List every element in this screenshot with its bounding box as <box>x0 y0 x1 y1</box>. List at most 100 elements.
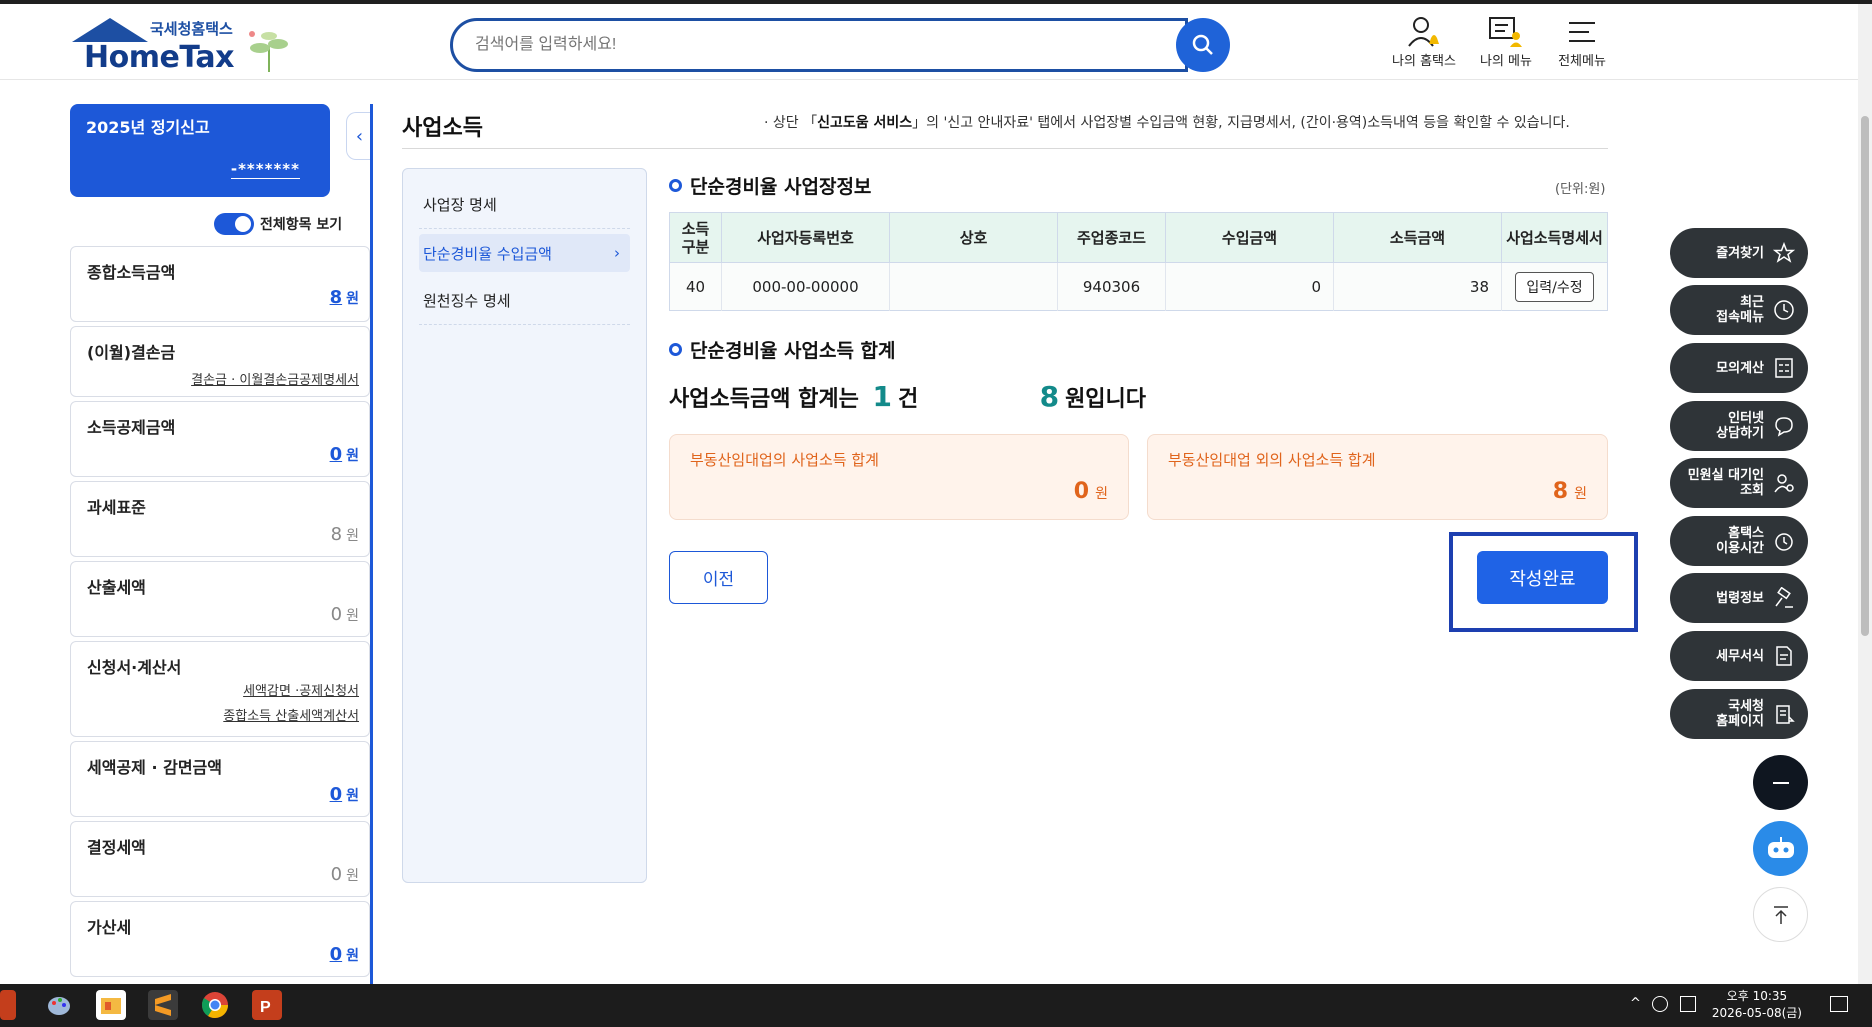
search-button[interactable] <box>1176 18 1230 72</box>
non-rental-income-value: 8원 <box>1552 479 1587 504</box>
total-count: 1 <box>872 380 892 413</box>
collapse-float-menu-button[interactable] <box>1753 755 1808 810</box>
chrome-icon[interactable] <box>200 990 230 1020</box>
submenu-item-workplace[interactable]: 사업장 명세 <box>419 181 630 229</box>
taskbar-clock[interactable]: 오후 10:35 2026-05-08(금) <box>1712 988 1802 1022</box>
guide-notice: · 상단 「신고도움 서비스」의 '신고 안내자료' 탭에서 사업장별 수입금액… <box>764 115 1570 131</box>
summary-item-tax-credit[interactable]: 세액공제 · 감면금액 0원 <box>70 741 370 817</box>
arrow-up-icon <box>1773 905 1788 924</box>
page-scrollbar[interactable] <box>1858 4 1872 984</box>
reduction-application-link[interactable]: 세액감면 ·공제신청서 <box>243 680 359 699</box>
submenu-item-simple-expense[interactable]: 단순경비율 수입금액 › <box>419 234 630 272</box>
sublime-text-icon[interactable] <box>148 990 178 1020</box>
table-row: 40 000-00-00000 940306 0 38 입력/수정 <box>669 262 1608 311</box>
tax-calculation-link[interactable]: 종합소득 산출세액계산서 <box>223 705 359 724</box>
summary-value[interactable]: 8원 <box>330 287 359 308</box>
user-bell-icon <box>1408 17 1439 47</box>
summary-item-tax-base: 과세표준 8원 <box>70 481 370 557</box>
title-divider <box>402 148 1608 149</box>
summary-item-calculated-tax: 산출세액 0원 <box>70 561 370 637</box>
hometax-logo[interactable]: 국세청홈택스 HomeTax <box>70 16 300 76</box>
scroll-top-button[interactable] <box>1753 887 1808 942</box>
scrollbar-thumb[interactable] <box>1861 116 1869 636</box>
edit-statement-button[interactable]: 입력/수정 <box>1515 271 1594 302</box>
hamburger-icon <box>1569 22 1595 42</box>
chat-icon <box>1772 414 1796 438</box>
previous-button[interactable]: 이전 <box>669 551 768 604</box>
page-title: 사업소득 <box>402 116 483 141</box>
panel-collapse-button[interactable]: ‹ <box>346 112 372 160</box>
tray-chevron-icon[interactable]: ^ <box>1630 996 1641 1011</box>
total-amount: 8 <box>1039 380 1060 413</box>
waiting-lookup-button[interactable]: 민원실 대기인 조회 <box>1670 458 1808 508</box>
non-rental-income-total-box: 부동산임대업 외의 사업소득 합계 8원 <box>1147 434 1608 520</box>
summary-item-deduction[interactable]: 소득공제금액 0원 <box>70 401 370 477</box>
chevron-right-icon: › <box>614 244 620 262</box>
my-menu-icon <box>1489 17 1522 47</box>
logo-plant-icon <box>249 31 288 72</box>
summary-label: 산출세액 <box>87 578 146 597</box>
summary-label: 과세표준 <box>87 498 146 517</box>
cell-income: 38 <box>1333 262 1502 311</box>
summary-label: 신청서·계산서 <box>87 658 182 677</box>
summary-item-loss: (이월)결손금 결손금 · 이월결손금공제명세서 <box>70 326 370 397</box>
summary-item-forms: 신청서·계산서 세액감면 ·공제신청서 종합소득 산출세액계산서 <box>70 641 370 737</box>
paint-icon[interactable] <box>44 990 74 1020</box>
complete-button[interactable]: 작성완료 <box>1477 551 1608 604</box>
mock-calculation-button[interactable]: 모의계산 <box>1670 343 1808 393</box>
powerpoint-icon[interactable]: P <box>252 990 282 1020</box>
summary-value: 0원 <box>330 604 359 625</box>
favorites-button[interactable]: 즐겨찾기 <box>1670 228 1808 278</box>
notification-icon[interactable] <box>1830 996 1848 1012</box>
summary-label: 세액공제 · 감면금액 <box>87 758 222 777</box>
chevron-left-icon: ‹ <box>355 125 364 147</box>
show-all-toggle-row: 전체항목 보기 <box>214 212 342 236</box>
chatbot-button[interactable] <box>1753 821 1808 876</box>
my-hometax-button[interactable]: 나의 홈택스 <box>1386 14 1462 76</box>
search-icon <box>1192 34 1213 55</box>
summary-label: 소득공제금액 <box>87 418 176 437</box>
clock-date: 2026-05-08(금) <box>1711 1006 1802 1020</box>
summary-label: 가산세 <box>87 918 132 937</box>
submenu-item-withholding[interactable]: 원천징수 명세 <box>419 277 630 325</box>
summary-label: (이월)결손금 <box>87 343 176 362</box>
nts-homepage-button[interactable]: 국세청 홈페이지 <box>1670 689 1808 739</box>
law-info-button[interactable]: 법령정보 <box>1670 573 1808 623</box>
panel-divider <box>370 104 373 984</box>
summary-label: 결정세액 <box>87 838 146 857</box>
minus-icon <box>1772 781 1789 784</box>
loss-statement-link[interactable]: 결손금 · 이월결손금공제명세서 <box>191 369 359 388</box>
section-title-business-info: 단순경비율 사업장정보 <box>669 172 871 199</box>
summary-item-penalty[interactable]: 가산세 0원 <box>70 901 370 977</box>
show-all-label: 전체항목 보기 <box>260 217 343 233</box>
folder-app-icon[interactable] <box>96 990 126 1020</box>
summary-item-determined-tax: 결정세액 0원 <box>70 821 370 897</box>
os-taskbar: P ^ 오후 10:35 2026-05-08(금) <box>0 984 1872 1027</box>
network-icon[interactable] <box>1652 996 1668 1012</box>
recent-menu-button[interactable]: 최근 접속메뉴 <box>1670 285 1808 335</box>
summary-item-total-income[interactable]: 종합소득금액 8원 <box>70 246 370 322</box>
person-search-icon <box>1772 471 1796 495</box>
bullet-circle-icon <box>669 179 682 192</box>
cell-revenue: 0 <box>1165 262 1334 311</box>
rental-income-total-box: 부동산임대업의 사업소득 합계 0원 <box>669 434 1129 520</box>
gavel-icon <box>1772 586 1796 610</box>
my-menu-button[interactable]: 나의 메뉴 <box>1468 14 1544 76</box>
all-menu-label: 전체메뉴 <box>1558 54 1606 69</box>
unit-label: (단위:원) <box>1555 182 1606 197</box>
ime-icon[interactable] <box>1680 996 1696 1012</box>
summary-value[interactable]: 0원 <box>330 784 359 805</box>
logo-subtitle: 국세청홈택스 <box>150 20 233 38</box>
col-biz-reg-no: 사업자등록번호 <box>721 212 890 263</box>
show-all-toggle[interactable] <box>214 213 254 235</box>
service-hours-button[interactable]: 홈택스 이용시간 <box>1670 516 1808 566</box>
powerpoint-partial-icon[interactable] <box>0 990 16 1020</box>
search-input[interactable] <box>450 18 1188 72</box>
summary-value[interactable]: 0원 <box>330 444 359 465</box>
tax-forms-button[interactable]: 세무서식 <box>1670 631 1808 681</box>
filing-id[interactable]: -******* <box>230 160 300 179</box>
cell-industry-code: 940306 <box>1057 262 1166 311</box>
summary-value[interactable]: 0원 <box>330 944 359 965</box>
online-consult-button[interactable]: 인터넷 상담하기 <box>1670 401 1808 451</box>
all-menu-button[interactable]: 전체메뉴 <box>1544 14 1620 76</box>
